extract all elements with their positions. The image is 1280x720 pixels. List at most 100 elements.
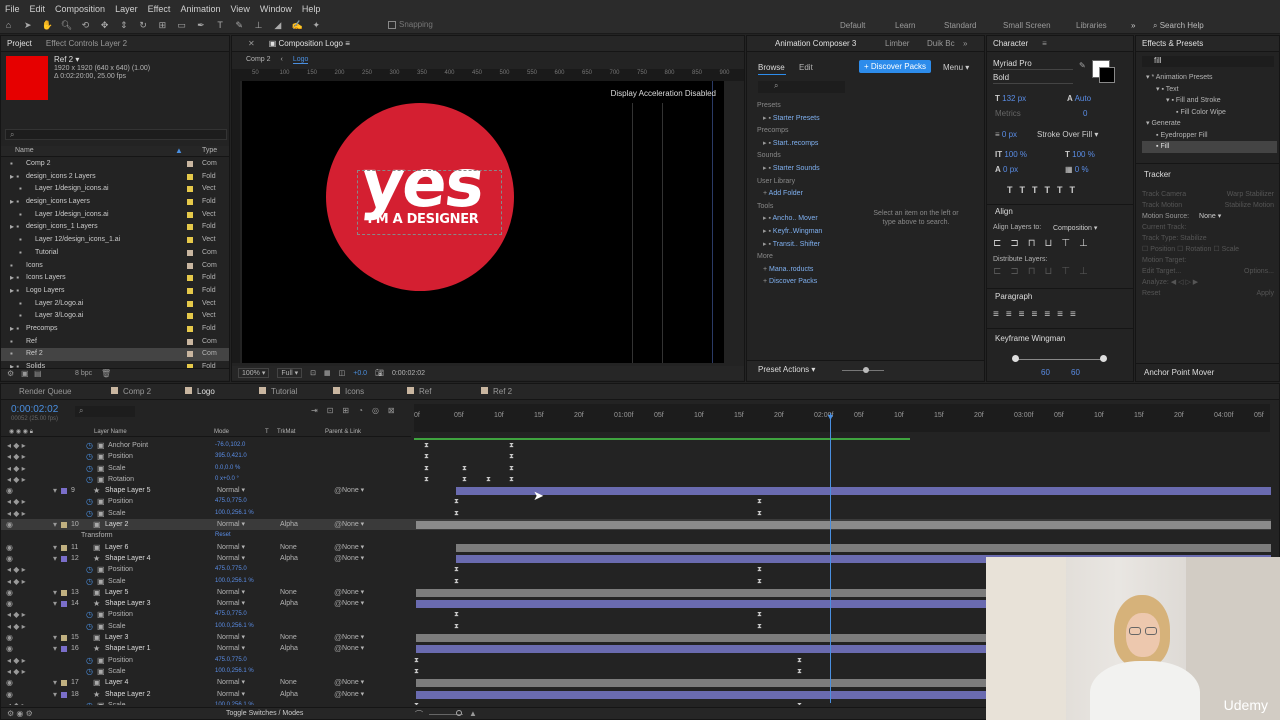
label-color-swatch[interactable] (187, 351, 193, 358)
t-column-header[interactable]: T (265, 429, 269, 435)
visibility-eye-icon[interactable]: ◉ (6, 677, 13, 688)
magnification-dropdown[interactable]: 100% ▾ (238, 368, 270, 378)
leading-value[interactable]: Auto (1075, 94, 1091, 103)
menu-edit[interactable]: Edit (25, 4, 51, 14)
font-style-dropdown[interactable]: Bold (993, 73, 1073, 84)
project-search-input[interactable]: ⌕ (5, 129, 227, 140)
keyframe-icon[interactable]: ⧗ (509, 440, 514, 451)
trkmat-column-header[interactable]: TrkMat (277, 429, 295, 435)
paragraph-align-buttons[interactable]: ≡≡≡≡≡≡≡ (993, 309, 1083, 320)
label-color-swatch[interactable] (187, 199, 193, 206)
snapping-toggle[interactable]: Snapping (388, 20, 433, 29)
thumbnail-size-handle[interactable] (863, 367, 869, 373)
rotate-tool-icon[interactable]: ↻ (138, 20, 149, 30)
project-item[interactable]: ▪ Layer 12/design_icons_1.ai Vect (1, 234, 229, 247)
align-buttons[interactable]: ⊏⊐⊓⊔⊤⊥ (993, 238, 1097, 249)
horizontal-scale-value[interactable]: 100 % (1072, 150, 1095, 159)
property-value[interactable]: 0 x+0.0 ° (215, 474, 239, 485)
keyframe-icon[interactable]: ⧗ (424, 474, 429, 485)
parent-dropdown[interactable]: None ▾ (342, 598, 364, 609)
stroke-color-swatch[interactable] (1099, 67, 1115, 83)
search-help-field[interactable]: ⌕ Search Help (1153, 21, 1204, 31)
tab-duik[interactable]: Duik Bc (927, 39, 963, 48)
dolly-tool-icon[interactable]: ⇕ (118, 20, 129, 30)
property-value[interactable]: 100.0,256.1 % (215, 621, 254, 632)
timeline-zoom-handle[interactable] (456, 710, 462, 716)
effects-tree-item[interactable]: ▪ Eyedropper Fill (1142, 130, 1277, 142)
track-position-checkbox[interactable]: Position (1150, 246, 1175, 253)
stopwatch-icon[interactable]: ◷ (86, 576, 93, 587)
pick-whip-icon[interactable]: @ (334, 689, 342, 700)
project-item[interactable]: ▸ ▪ Icons Layers Fold (1, 272, 229, 285)
stopwatch-icon[interactable]: ◷ (86, 666, 93, 677)
parent-dropdown[interactable]: None ▾ (342, 587, 364, 598)
blend-mode-dropdown[interactable]: Normal ▾ (217, 632, 245, 643)
pick-whip-icon[interactable]: @ (334, 643, 342, 654)
keyframe-icon[interactable]: ⧗ (509, 451, 514, 462)
property-value[interactable]: 475.0,775.0 (215, 564, 247, 575)
keyframe-icon[interactable]: ⧗ (462, 463, 467, 474)
zoom-tool-icon[interactable]: 🔍︎ (61, 20, 72, 30)
font-family-dropdown[interactable]: Myriad Pro (993, 59, 1073, 70)
keyframe-icon[interactable]: ⧗ (424, 463, 429, 474)
keyframe-icon[interactable]: ⧗ (797, 666, 802, 677)
blend-mode-dropdown[interactable]: Normal ▾ (217, 643, 245, 654)
parent-dropdown[interactable]: None ▾ (342, 643, 364, 654)
trkmat-dropdown[interactable]: Alpha (280, 643, 298, 654)
visibility-eye-icon[interactable]: ◉ (6, 485, 13, 496)
timeline-tab[interactable]: Icons (333, 387, 407, 396)
project-item[interactable]: ▸ ▪ design_icons_1 Layers Fold (1, 221, 229, 234)
composition-viewer[interactable]: yes I'M A DESIGNER Display Acceleration … (242, 81, 724, 363)
twirl-arrow-icon[interactable]: ▾ (53, 677, 57, 688)
stopwatch-icon[interactable]: ◷ (86, 609, 93, 620)
property-row[interactable]: ◂ ◆ ▸ ◷ ▣ Position 395.0,421.0 ⧗ ⧗ (1, 451, 1271, 462)
label-color-swatch[interactable] (187, 325, 193, 332)
text-style-buttons[interactable]: TTTTTT (1007, 185, 1082, 195)
ac-library-item[interactable]: + Add Folder (757, 188, 847, 201)
easing-out-value[interactable]: 60 (1071, 368, 1080, 377)
track-type-value[interactable]: Stabilize (1180, 235, 1206, 242)
home-icon[interactable]: ⌂ (3, 20, 14, 30)
keyframe-navigator-icon[interactable]: ◂ ◆ ▸ (7, 463, 26, 474)
keyframe-icon[interactable]: ⧗ (509, 463, 514, 474)
effects-tree-item[interactable]: ▾ * Animation Presets (1142, 72, 1277, 84)
workspace-default[interactable]: Default (840, 21, 865, 30)
visibility-eye-icon[interactable]: ◉ (6, 587, 13, 598)
ac-library-item[interactable]: ▸ ▪ Starter Sounds (757, 163, 847, 176)
timeline-tab[interactable]: Ref (407, 387, 481, 396)
timeline-search-input[interactable]: ⌕ (75, 406, 135, 417)
pick-whip-icon[interactable]: @ (334, 542, 342, 553)
keyframe-navigator-icon[interactable]: ◂ ◆ ▸ (7, 474, 26, 485)
label-color-swatch[interactable] (187, 249, 193, 256)
workspace-small-screen[interactable]: Small Screen (1003, 21, 1051, 30)
blend-mode-dropdown[interactable]: Normal ▾ (217, 587, 245, 598)
brush-tool-icon[interactable]: ✎ (234, 20, 245, 30)
menu-view[interactable]: View (225, 4, 254, 14)
keyframe-navigator-icon[interactable]: ◂ ◆ ▸ (7, 508, 26, 519)
timeline-tab[interactable]: Tutorial (259, 387, 333, 396)
stopwatch-icon[interactable]: ◷ (86, 496, 93, 507)
breadcrumb-logo[interactable]: Logo (292, 56, 309, 64)
stopwatch-icon[interactable]: ◷ (86, 474, 93, 485)
zoom-out-icon[interactable]: ⌒ (415, 709, 423, 720)
interpret-footage-icon[interactable]: ⚙ (7, 369, 14, 378)
timeline-tab[interactable]: Comp 2 (111, 387, 185, 396)
twirl-arrow-icon[interactable]: ▾ (53, 553, 57, 564)
property-value[interactable]: 100.0,256.1 % (215, 576, 254, 587)
menu-composition[interactable]: Composition (50, 4, 110, 14)
layer-duration-bar[interactable] (456, 543, 1271, 552)
property-value[interactable]: 475.0,775.0 (215, 655, 247, 666)
keyframe-navigator-icon[interactable]: ◂ ◆ ▸ (7, 564, 26, 575)
project-item[interactable]: ▪ Layer 1/design_icons.ai Vect (1, 183, 229, 196)
project-item[interactable]: ▸ ▪ design_icons Layers Fold (1, 196, 229, 209)
project-item[interactable]: ▪ Ref Com (1, 336, 229, 349)
pan-tool-icon[interactable]: ✥ (99, 20, 110, 30)
keyframe-icon[interactable]: ⧗ (757, 609, 762, 620)
resolution-dropdown[interactable]: Full ▾ (277, 368, 303, 378)
tracking-value[interactable]: 0 (1083, 109, 1087, 118)
menu-file[interactable]: File (0, 4, 25, 14)
stopwatch-icon[interactable]: ◷ (86, 700, 93, 705)
parent-column-header[interactable]: Parent & Link (325, 429, 361, 435)
breadcrumb-comp-2[interactable]: Comp 2 (246, 56, 271, 64)
zoom-in-icon[interactable]: ▲ (469, 709, 477, 718)
